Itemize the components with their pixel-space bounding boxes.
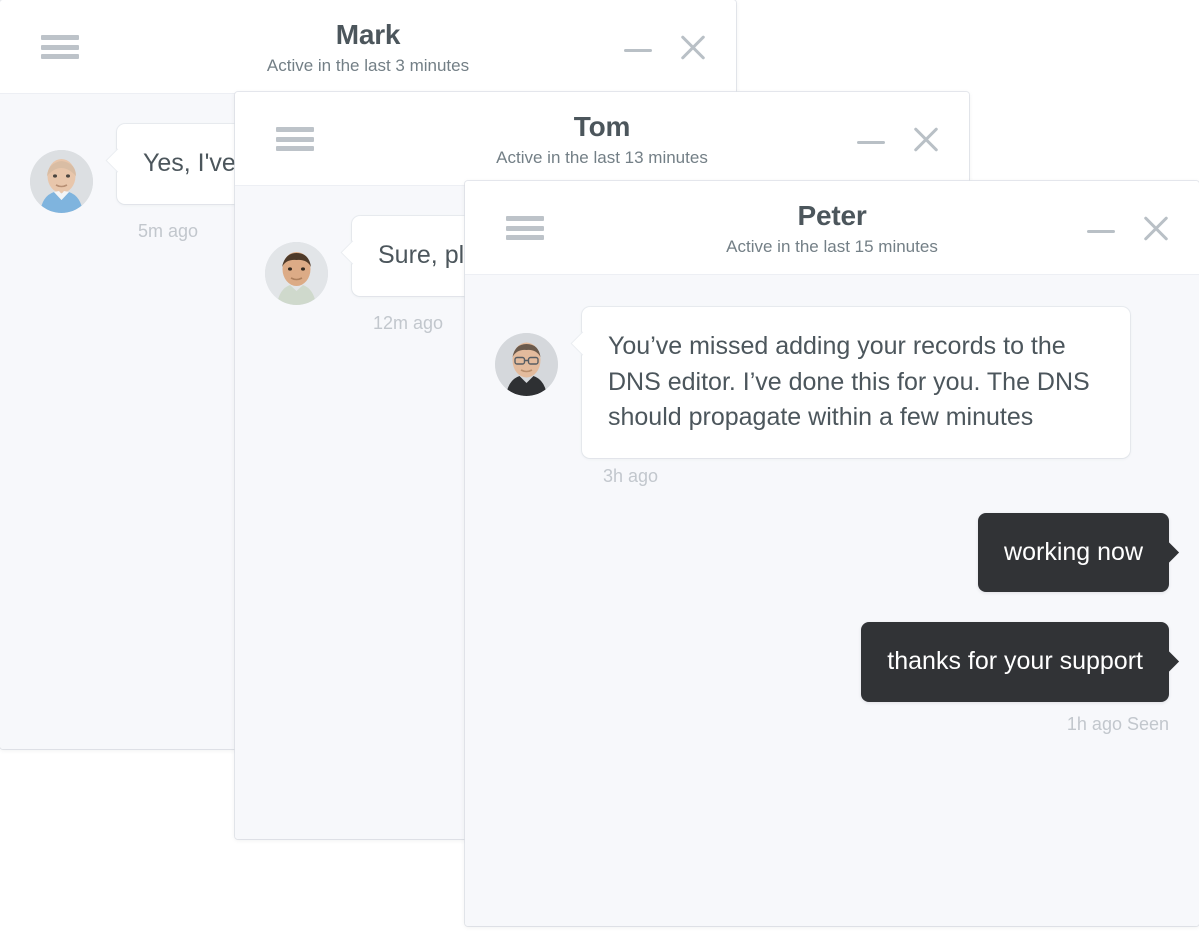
- message-bubble: You’ve missed adding your records to the…: [582, 307, 1130, 458]
- minimize-icon[interactable]: [1085, 214, 1117, 242]
- message-timestamp: 3h ago: [603, 465, 659, 486]
- message-list-peter[interactable]: You’ve missed adding your records to the…: [465, 274, 1199, 926]
- window-header-mark: Mark Active in the last 3 minutes: [0, 0, 736, 93]
- window-header-tom: Tom Active in the last 13 minutes: [235, 92, 969, 185]
- close-icon[interactable]: [1139, 211, 1173, 245]
- avatar: [265, 242, 328, 305]
- message-timestamp: 1h ago Seen: [1066, 713, 1169, 734]
- hamburger-icon[interactable]: [276, 127, 314, 151]
- message-row: thanks for your support: [495, 622, 1169, 702]
- close-icon[interactable]: [909, 122, 943, 156]
- hamburger-bar: [276, 127, 314, 132]
- hamburger-bar: [41, 35, 79, 40]
- avatar-mark: [30, 150, 93, 213]
- window-actions: [622, 30, 710, 64]
- message-row: working now: [495, 512, 1169, 592]
- hamburger-bar: [41, 54, 79, 59]
- hamburger-bar: [276, 146, 314, 151]
- window-actions: [855, 122, 943, 156]
- message-bubble: working now: [978, 512, 1169, 592]
- avatar: [495, 333, 558, 396]
- minimize-icon[interactable]: [622, 33, 654, 61]
- window-header-peter: Peter Active in the last 15 minutes: [465, 181, 1199, 274]
- message-bubble: thanks for your support: [861, 622, 1169, 702]
- hamburger-bar: [506, 225, 544, 231]
- message-row: You’ve missed adding your records to the…: [495, 307, 1169, 458]
- hamburger-bar: [506, 216, 544, 221]
- chat-window-peter[interactable]: Peter Active in the last 15 minutes You’…: [465, 181, 1199, 926]
- window-actions: [1085, 211, 1173, 245]
- avatar-tom: [265, 242, 328, 305]
- close-icon[interactable]: [676, 30, 710, 64]
- avatar: [30, 150, 93, 213]
- hamburger-icon[interactable]: [41, 35, 79, 59]
- minimize-icon[interactable]: [855, 125, 887, 153]
- hamburger-bar: [41, 44, 79, 50]
- hamburger-bar: [276, 136, 314, 142]
- hamburger-bar: [506, 235, 544, 240]
- hamburger-icon[interactable]: [506, 216, 544, 240]
- avatar-peter: [495, 333, 558, 396]
